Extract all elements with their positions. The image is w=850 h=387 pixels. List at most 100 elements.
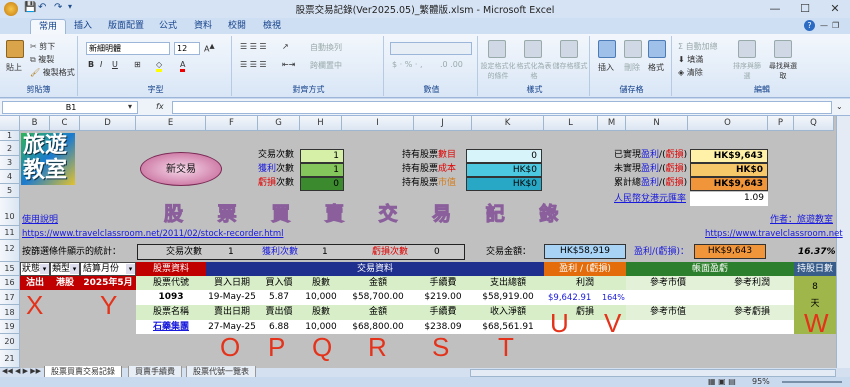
minimize-button[interactable]: —: [760, 0, 790, 18]
underline-button[interactable]: U: [112, 60, 118, 69]
vertical-scrollbar[interactable]: [836, 116, 850, 368]
cell-buy-amount[interactable]: $58,700.00: [342, 291, 414, 303]
find-select-button[interactable]: 尋找與選取: [768, 61, 798, 81]
cell-profit[interactable]: $9,642.91: [548, 292, 591, 304]
formula-input[interactable]: [172, 101, 832, 114]
border-icon[interactable]: ⊞: [134, 60, 141, 69]
row-header-20[interactable]: 20: [0, 334, 20, 350]
paste-button[interactable]: 貼上: [6, 62, 22, 73]
delete-cells-icon[interactable]: [624, 40, 642, 58]
row-header-19[interactable]: 19: [0, 320, 20, 334]
format-table-icon[interactable]: [524, 40, 542, 58]
align-left-icon[interactable]: ☰ ☰ ☰: [240, 60, 267, 69]
close-button[interactable]: ✕: [820, 0, 850, 18]
help-icon[interactable]: ?: [804, 20, 815, 31]
column-header-E[interactable]: E: [136, 116, 206, 131]
conditional-format-button[interactable]: 設定格式化的條件: [480, 61, 516, 81]
paste-icon[interactable]: [6, 40, 24, 58]
insert-cells-icon[interactable]: [598, 40, 616, 58]
new-trade-button[interactable]: 新交易: [140, 152, 222, 186]
filter-dropdown-icon[interactable]: ▾: [126, 264, 135, 274]
row-header-17[interactable]: 17: [0, 290, 20, 305]
fx-rate-label[interactable]: 人民幣兌港元匯率: [614, 193, 686, 205]
font-size-select[interactable]: 12: [174, 42, 200, 55]
worksheet[interactable]: B C D E F G H I J K L M N O P Q 1 2 3 4 …: [0, 116, 850, 368]
filter-dropdown-icon[interactable]: ▾: [70, 264, 79, 274]
column-header-P[interactable]: P: [768, 116, 794, 131]
format-cells-icon[interactable]: [648, 40, 666, 58]
orientation-icon[interactable]: ↗: [282, 42, 289, 51]
row-header-21[interactable]: 21: [0, 350, 20, 368]
column-header-L[interactable]: L: [544, 116, 598, 131]
copy-button[interactable]: ⧉ 複製: [30, 54, 54, 65]
fill-color-icon[interactable]: ◇: [156, 60, 163, 72]
tab-review[interactable]: 校閱: [220, 19, 254, 34]
column-header-K[interactable]: K: [472, 116, 544, 131]
author-link[interactable]: 作者：旅遊教室: [770, 214, 833, 226]
cell-stock-code[interactable]: 1093: [136, 291, 206, 303]
row-header-16[interactable]: 16: [0, 276, 20, 290]
filter-dropdown-icon[interactable]: ▾: [40, 264, 49, 274]
row-header-3[interactable]: 3: [0, 156, 20, 170]
column-header-G[interactable]: G: [258, 116, 300, 131]
column-header-D[interactable]: D: [80, 116, 136, 131]
align-top-icon[interactable]: ☰ ☰ ☰: [240, 42, 267, 51]
column-header-J[interactable]: J: [414, 116, 472, 131]
row-header-4[interactable]: 4: [0, 170, 20, 184]
cell-total-cost[interactable]: $58,919.00: [472, 291, 544, 303]
delete-cells-button[interactable]: 刪除: [624, 62, 640, 73]
maximize-button[interactable]: ☐: [790, 0, 820, 18]
indent-icon[interactable]: ⇤⇥: [282, 60, 295, 69]
column-header-I[interactable]: I: [342, 116, 414, 131]
font-name-select[interactable]: 新細明體: [86, 42, 170, 55]
merge-center-button[interactable]: 跨欄置中: [310, 60, 342, 71]
tab-formulas[interactable]: 公式: [151, 19, 185, 34]
column-header-C[interactable]: C: [50, 116, 80, 131]
find-select-icon[interactable]: [774, 40, 792, 58]
column-header-O[interactable]: O: [688, 116, 768, 131]
tab-nav-icon[interactable]: ◀◀ ◀ ▶ ▶▶: [2, 367, 41, 375]
row-header-15[interactable]: 15: [0, 262, 20, 276]
fill-button[interactable]: ⬇ 填滿: [678, 54, 703, 65]
cell-buy-date[interactable]: 19-May-25: [206, 291, 258, 303]
row-header-18[interactable]: 18: [0, 305, 20, 320]
name-box-dropdown-icon[interactable]: ▾: [128, 102, 132, 111]
format-table-button[interactable]: 格式化為表格: [516, 61, 552, 81]
tab-data[interactable]: 資料: [186, 19, 220, 34]
zoom-slider[interactable]: [782, 381, 842, 383]
column-header-F[interactable]: F: [206, 116, 258, 131]
view-normal-icon[interactable]: ▦ ▣ ▤: [708, 377, 736, 386]
font-color-icon[interactable]: A: [180, 60, 186, 72]
zoom-level[interactable]: 95%: [752, 377, 770, 386]
cell-buy-shares[interactable]: 10,000: [300, 291, 342, 303]
sort-filter-icon[interactable]: [738, 40, 756, 58]
grow-font-icon[interactable]: A▲: [204, 42, 215, 54]
help-link[interactable]: 使用說明: [22, 214, 58, 226]
sort-filter-button[interactable]: 排序與篩選: [732, 61, 762, 81]
select-all-corner[interactable]: [0, 116, 20, 131]
format-painter-button[interactable]: 🖌 複製格式: [30, 67, 75, 78]
filter-type-header[interactable]: 類型 ▾: [50, 262, 80, 276]
row-header-11[interactable]: 11: [0, 226, 20, 240]
cell-styles-icon[interactable]: [560, 40, 578, 58]
column-header-M[interactable]: M: [598, 116, 626, 131]
italic-button[interactable]: I: [100, 60, 102, 69]
cell-buy-fee[interactable]: $219.00: [414, 291, 472, 303]
row-header-2[interactable]: 2: [0, 141, 20, 156]
site-link[interactable]: https://www.travelclassroom.net: [705, 228, 843, 240]
row-header-12[interactable]: 12: [0, 240, 20, 262]
article-link[interactable]: https://www.travelclassroom.net/2011/02/…: [22, 228, 283, 240]
horizontal-scrollbar[interactable]: [470, 369, 836, 377]
column-header-B[interactable]: B: [20, 116, 50, 131]
row-header-1[interactable]: 1: [0, 131, 20, 141]
column-header-Q[interactable]: Q: [794, 116, 834, 131]
format-cells-button[interactable]: 格式: [648, 62, 664, 73]
row-header-10[interactable]: 10: [0, 198, 20, 226]
cell-stock-name[interactable]: 石藥集團: [136, 321, 206, 333]
fx-icon[interactable]: fx: [156, 102, 164, 111]
tab-page-layout[interactable]: 版面配置: [100, 19, 152, 34]
name-box[interactable]: B1: [2, 101, 138, 114]
ribbon-restore-icon[interactable]: ❐: [832, 21, 839, 30]
number-format-select[interactable]: [390, 42, 472, 55]
clear-button[interactable]: ◈ 清除: [678, 67, 703, 78]
